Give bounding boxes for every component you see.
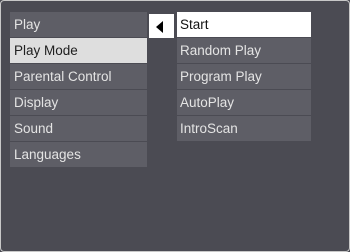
submenu-item-start[interactable]: Start bbox=[177, 12, 311, 37]
left-arrow-icon bbox=[156, 21, 163, 33]
menu-item-parental-control[interactable]: Parental Control bbox=[10, 64, 147, 89]
play-mode-submenu: Start Random Play Program Play AutoPlay … bbox=[177, 12, 311, 142]
menu-item-play-mode[interactable]: Play Mode bbox=[10, 38, 147, 63]
back-arrow-button[interactable] bbox=[149, 14, 174, 38]
submenu-item-random-play[interactable]: Random Play bbox=[177, 38, 311, 63]
menu-item-display[interactable]: Display bbox=[10, 90, 147, 115]
main-menu: Play Play Mode Parental Control Display … bbox=[10, 12, 147, 168]
menu-item-languages[interactable]: Languages bbox=[10, 142, 147, 167]
menu-item-sound[interactable]: Sound bbox=[10, 116, 147, 141]
submenu-item-program-play[interactable]: Program Play bbox=[177, 64, 311, 89]
submenu-item-autoplay[interactable]: AutoPlay bbox=[177, 90, 311, 115]
submenu-item-introscan[interactable]: IntroScan bbox=[177, 116, 311, 141]
menu-item-play[interactable]: Play bbox=[10, 12, 147, 37]
